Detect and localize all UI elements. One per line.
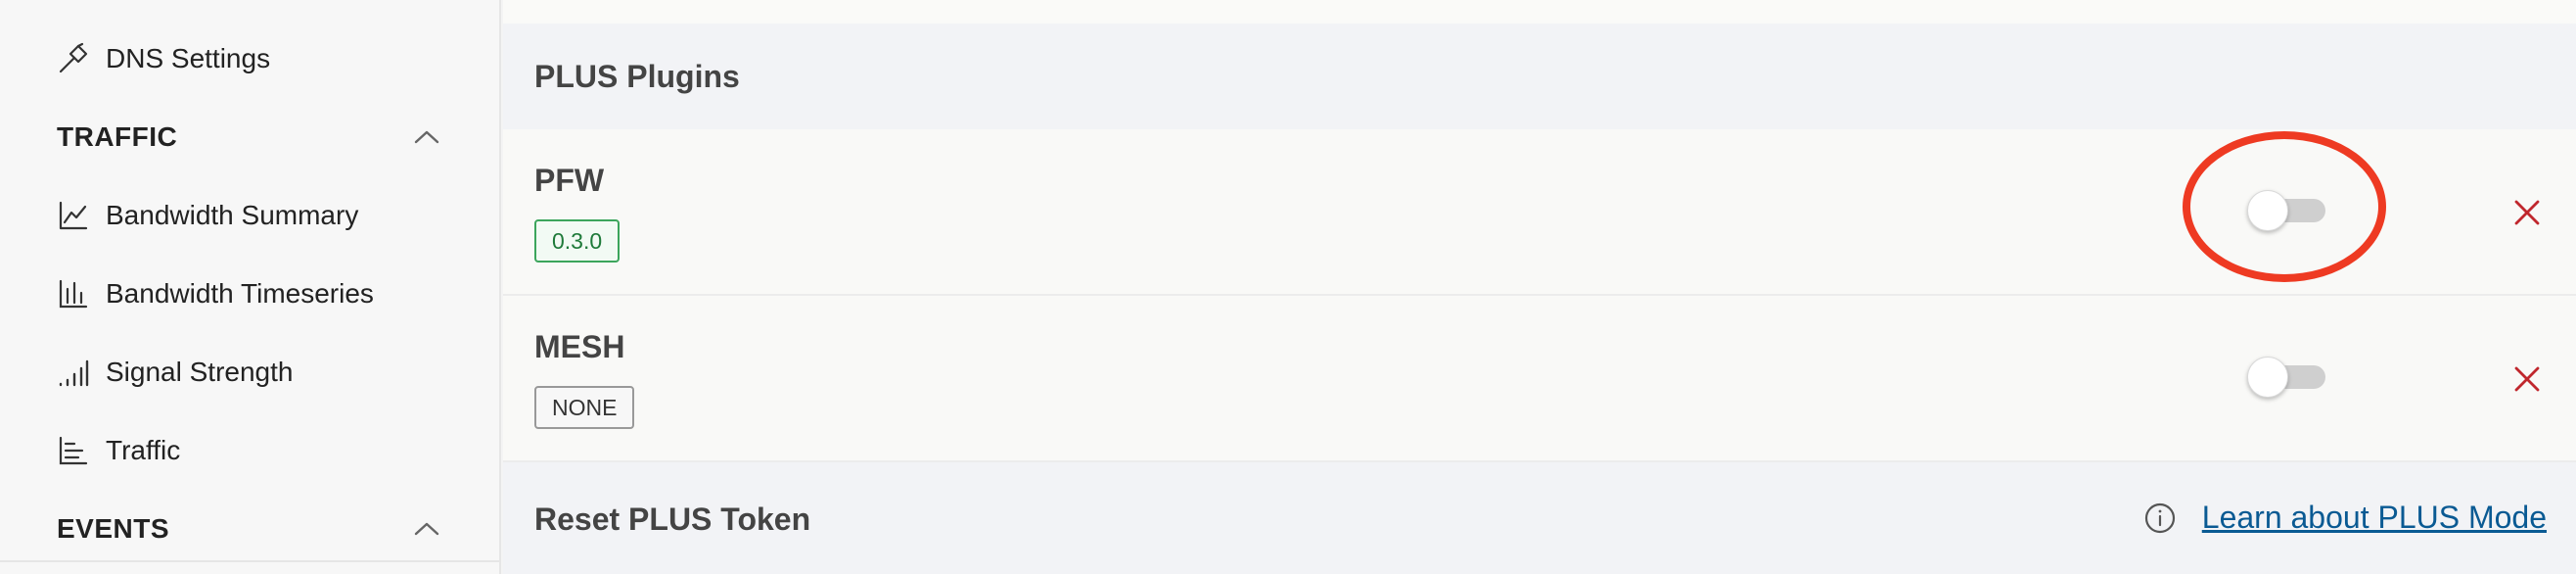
- close-icon: [2514, 366, 2540, 392]
- plugin-name: MESH: [534, 329, 625, 364]
- sidebar-item-bandwidth-summary[interactable]: Bandwidth Summary: [57, 186, 358, 245]
- plus-plugins-header: PLUS Plugins: [503, 24, 2576, 129]
- sidebar-section-traffic[interactable]: TRAFFIC: [57, 108, 440, 167]
- learn-about-plus-mode-link[interactable]: Learn about PLUS Mode: [2202, 500, 2547, 536]
- signal-bars-icon: [59, 359, 89, 387]
- close-icon: [2514, 200, 2540, 225]
- remove-plugin-button[interactable]: [2509, 361, 2545, 397]
- sidebar-item-label: DNS Settings: [106, 43, 271, 73]
- sidebar-item-bandwidth-timeseries[interactable]: Bandwidth Timeseries: [57, 264, 374, 323]
- chevron-up-icon: [414, 522, 439, 536]
- line-chart-icon: [59, 201, 88, 230]
- chevron-up-icon: [414, 130, 439, 144]
- remove-plugin-button[interactable]: [2509, 195, 2545, 230]
- highlight-annotation-ring: [2183, 131, 2386, 282]
- stacked-chart-icon: [59, 436, 88, 465]
- sidebar-section-events[interactable]: EVENTS: [57, 500, 440, 558]
- top-strip: [503, 0, 2576, 24]
- sidebar-item-label: Traffic: [106, 435, 181, 465]
- reset-plus-token-header: Reset PLUS Token Learn about PLUS Mode: [503, 464, 2576, 574]
- plugin-row-mesh: MESH NONE: [503, 296, 2576, 462]
- main-content: PLUS Plugins PFW 0.3.0 MESH NONE Reset P…: [503, 0, 2576, 574]
- sidebar-section-title: TRAFFIC: [57, 121, 178, 152]
- version-badge: NONE: [534, 386, 635, 429]
- divider: [0, 560, 501, 562]
- toggle-knob: [2247, 357, 2288, 398]
- sidebar-item-traffic[interactable]: Traffic: [57, 421, 180, 480]
- sidebar-item-dns-settings[interactable]: DNS Settings: [57, 29, 270, 88]
- hammer-icon: [59, 42, 88, 73]
- sidebar-section-title: EVENTS: [57, 513, 170, 544]
- sidebar-item-label: Signal Strength: [106, 357, 294, 387]
- app-window: DNS Settings TRAFFIC Bandwidth Summary B…: [0, 0, 2576, 574]
- version-badge: 0.3.0: [534, 219, 621, 263]
- plugin-name: PFW: [534, 163, 605, 198]
- sidebar: DNS Settings TRAFFIC Bandwidth Summary B…: [0, 0, 501, 574]
- sidebar-item-signal-strength[interactable]: Signal Strength: [57, 343, 293, 402]
- section-title: Reset PLUS Token: [534, 501, 811, 537]
- info-icon[interactable]: [2143, 502, 2177, 535]
- sidebar-item-label: Bandwidth Summary: [106, 200, 359, 230]
- plugin-enable-toggle[interactable]: [2247, 357, 2325, 398]
- bar-chart-icon: [59, 279, 88, 309]
- sidebar-item-label: Bandwidth Timeseries: [106, 278, 374, 309]
- section-title: PLUS Plugins: [534, 58, 740, 94]
